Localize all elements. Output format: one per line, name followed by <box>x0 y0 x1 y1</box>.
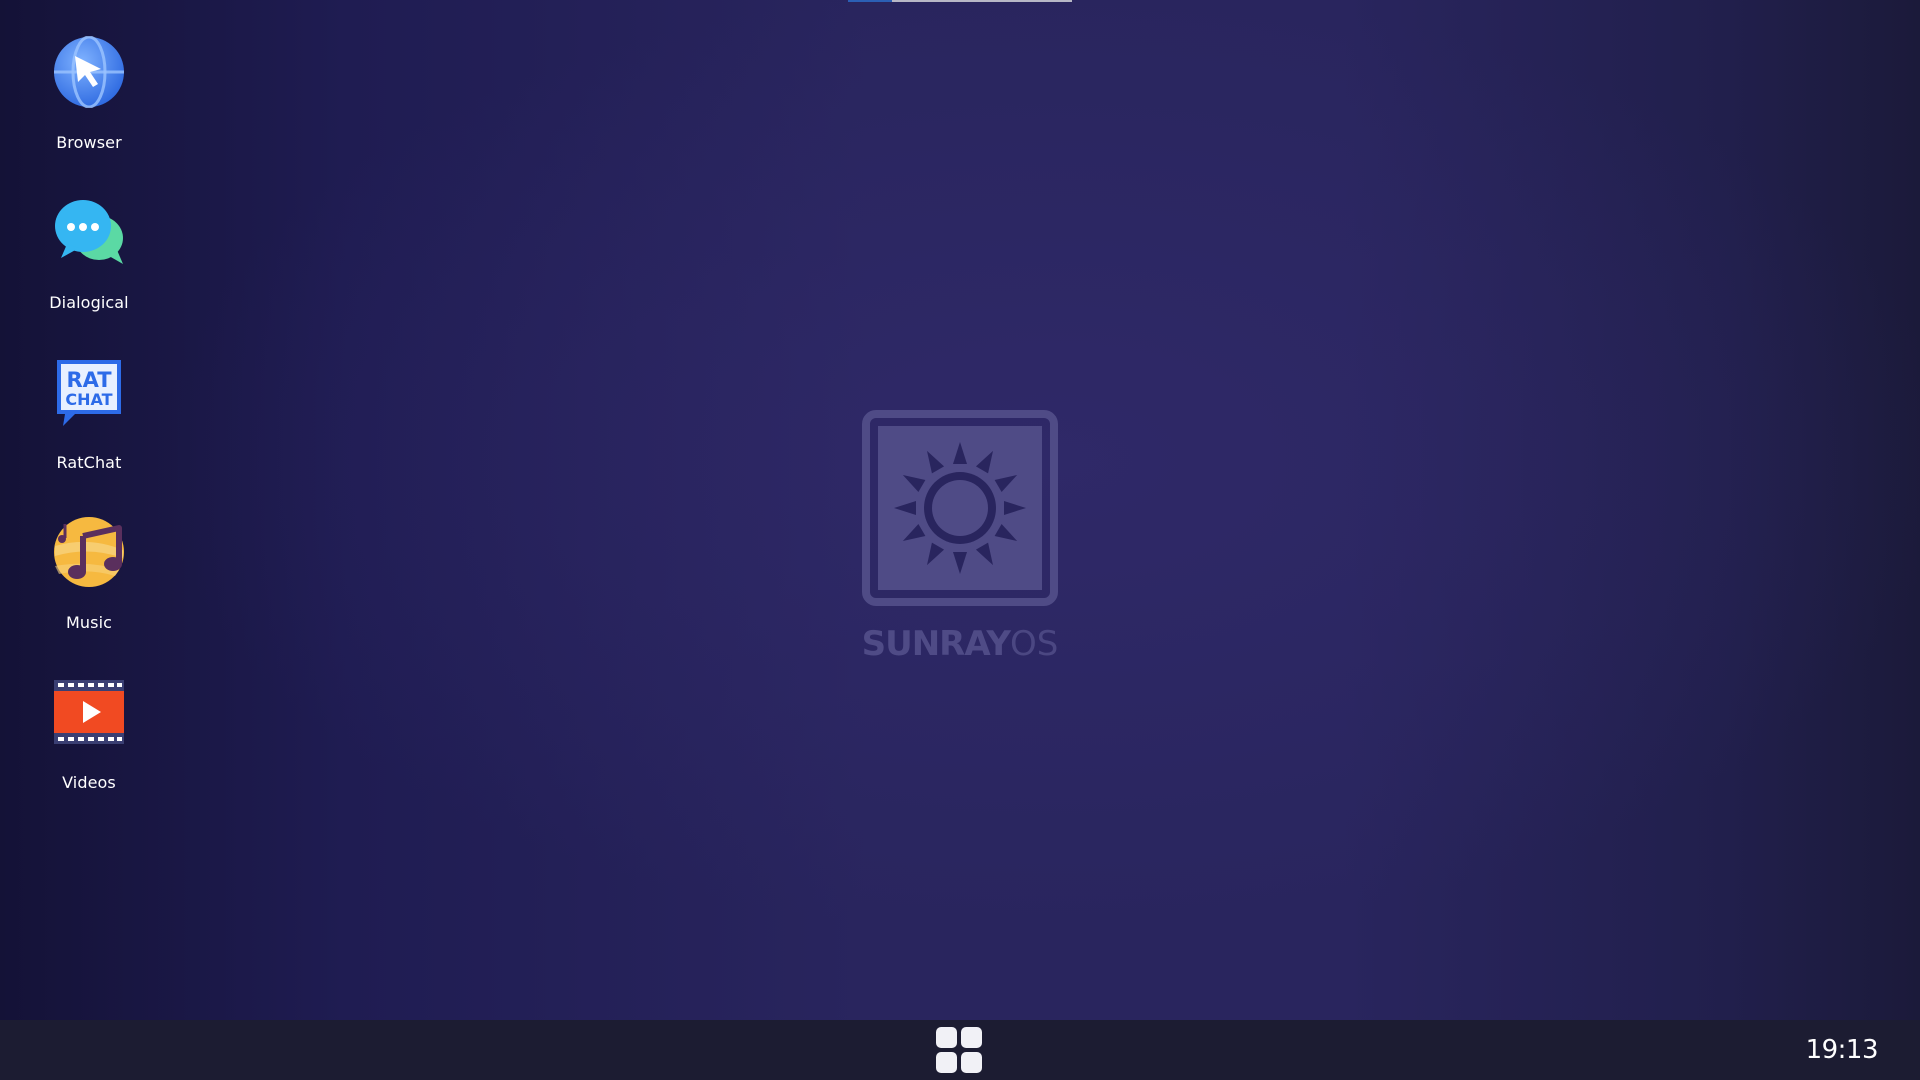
desktop-icon-videos[interactable]: Videos <box>40 676 138 806</box>
desktop-icon-label: Music <box>65 613 113 632</box>
browser-icon <box>53 36 125 108</box>
taskbar: 19:13 <box>0 1020 1920 1080</box>
taskbar-clock[interactable]: 19:13 <box>1806 1035 1879 1065</box>
top-progress-indicator <box>848 0 1072 2</box>
music-note-icon <box>53 516 125 588</box>
logo-wordmark-bold: SUNRAY <box>861 624 1011 664</box>
ratchat-icon-text-top: RAT <box>66 368 112 392</box>
chat-bubbles-icon <box>53 196 125 268</box>
ratchat-icon-text-bottom: CHAT <box>65 390 112 409</box>
desktop-icon-ratchat[interactable]: RAT CHAT RatChat <box>40 356 138 486</box>
desktop-icon-dialogical[interactable]: Dialogical <box>40 196 138 326</box>
logo-wordmark: SUNRAYOS <box>860 624 1060 664</box>
ratchat-icon: RAT CHAT <box>53 356 125 428</box>
sun-logo-icon <box>860 408 1060 608</box>
desktop-icon-browser[interactable]: Browser <box>40 36 138 166</box>
desktop-icon-label: Videos <box>62 773 116 792</box>
video-play-icon <box>53 676 125 748</box>
desktop-icon-label: Dialogical <box>49 293 129 312</box>
desktop-icon-label: RatChat <box>56 453 122 472</box>
logo-wordmark-light: OS <box>1010 624 1059 664</box>
desktop: Browser Dialogical RAT CHAT RatChat Musi… <box>0 0 1920 1020</box>
start-menu-button[interactable] <box>936 1027 984 1075</box>
wallpaper-logo: SUNRAYOS <box>860 408 1060 668</box>
desktop-icon-label: Browser <box>56 133 122 152</box>
desktop-icon-music[interactable]: Music <box>40 516 138 646</box>
